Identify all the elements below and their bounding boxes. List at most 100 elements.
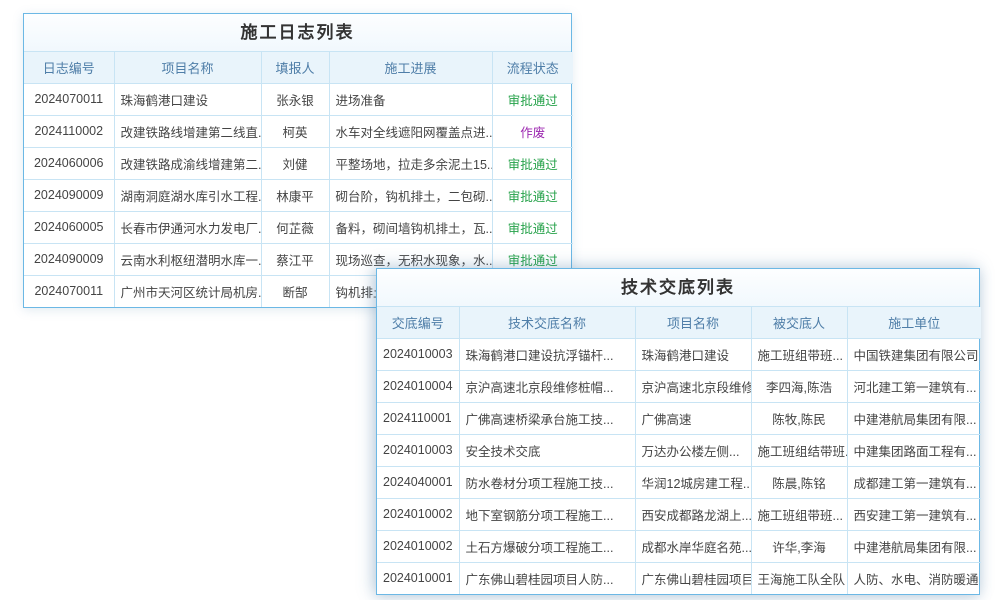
disclosure-id-link[interactable]: 2024010002 [377,530,459,562]
page-background: 施工日志列表 日志编号 项目名称 填报人 施工进展 流程状态 202407001… [0,0,1000,600]
header-row: 交底编号 技术交底名称 项目名称 被交底人 施工单位 [377,307,981,338]
recipients-cell: 许华,李海 [751,530,847,562]
disclosure-id-link[interactable]: 2024040001 [377,466,459,498]
unit-cell: 河北建工第一建筑有... [847,370,981,402]
col-header-disclosure-name: 技术交底名称 [459,307,635,338]
status-badge: 作废 [492,115,573,147]
reporter-cell: 蔡江平 [261,243,329,275]
table-row[interactable]: 2024010003 珠海鹤港口建设抗浮锚杆... 珠海鹤港口建设 施工班组带班… [377,338,981,370]
progress-cell: 备料，砌间墙钩机排土，瓦... [329,211,492,243]
technical-disclosure-title: 技术交底列表 [377,269,979,307]
project-link[interactable]: 改建铁路线增建第二线直... [114,115,261,147]
table-row[interactable]: 2024060006 改建铁路成渝线增建第二... 刘健 平整场地，拉走多余泥土… [24,147,573,179]
disclosure-name-link[interactable]: 土石方爆破分项工程施工... [459,530,635,562]
table-row[interactable]: 2024040001 防水卷材分项工程施工技... 华润12城房建工程... 陈… [377,466,981,498]
log-id-link[interactable]: 2024070011 [24,275,114,307]
log-id-link[interactable]: 2024070011 [24,83,114,115]
status-badge: 审批通过 [492,179,573,211]
col-header-progress: 施工进展 [329,52,492,83]
technical-disclosure-table: 交底编号 技术交底名称 项目名称 被交底人 施工单位 2024010003 珠海… [377,307,981,594]
progress-cell: 平整场地，拉走多余泥土15... [329,147,492,179]
disclosure-name-link[interactable]: 广佛高速桥梁承台施工技... [459,402,635,434]
project-link[interactable]: 京沪高速北京段维修 [635,370,751,402]
project-link[interactable]: 珠海鹤港口建设 [635,338,751,370]
status-badge: 审批通过 [492,147,573,179]
header-row: 日志编号 项目名称 填报人 施工进展 流程状态 [24,52,573,83]
col-header-project: 项目名称 [635,307,751,338]
recipients-cell: 李四海,陈浩 [751,370,847,402]
unit-cell: 西安建工第一建筑有... [847,498,981,530]
disclosure-name-link[interactable]: 珠海鹤港口建设抗浮锚杆... [459,338,635,370]
log-id-link[interactable]: 2024060005 [24,211,114,243]
construction-log-panel: 施工日志列表 日志编号 项目名称 填报人 施工进展 流程状态 202407001… [23,13,572,308]
log-id-link[interactable]: 2024090009 [24,243,114,275]
unit-cell: 中国铁建集团有限公司 [847,338,981,370]
col-header-project: 项目名称 [114,52,261,83]
project-link[interactable]: 改建铁路成渝线增建第二... [114,147,261,179]
project-link[interactable]: 西安成都路龙湖上... [635,498,751,530]
disclosure-id-link[interactable]: 2024010003 [377,434,459,466]
col-header-reporter: 填报人 [261,52,329,83]
disclosure-name-link[interactable]: 地下室钢筋分项工程施工... [459,498,635,530]
table-row[interactable]: 2024010002 土石方爆破分项工程施工... 成都水岸华庭名苑... 许华… [377,530,981,562]
table-row[interactable]: 2024010002 地下室钢筋分项工程施工... 西安成都路龙湖上... 施工… [377,498,981,530]
project-link[interactable]: 珠海鹤港口建设 [114,83,261,115]
log-id-link[interactable]: 2024110002 [24,115,114,147]
table-row[interactable]: 2024110002 改建铁路线增建第二线直... 柯英 水车对全线遮阳网覆盖点… [24,115,573,147]
log-id-link[interactable]: 2024090009 [24,179,114,211]
project-link[interactable]: 云南水利枢纽潜明水库一... [114,243,261,275]
technical-disclosure-panel: 技术交底列表 交底编号 技术交底名称 项目名称 被交底人 施工单位 202401… [376,268,980,595]
recipients-cell: 陈牧,陈民 [751,402,847,434]
log-id-link[interactable]: 2024060006 [24,147,114,179]
unit-cell: 成都建工第一建筑有... [847,466,981,498]
construction-log-title: 施工日志列表 [24,14,571,52]
col-header-unit: 施工单位 [847,307,981,338]
disclosure-id-link[interactable]: 2024110001 [377,402,459,434]
disclosure-name-link[interactable]: 京沪高速北京段维修桩帽... [459,370,635,402]
progress-cell: 水车对全线遮阳网覆盖点进... [329,115,492,147]
col-header-status: 流程状态 [492,52,573,83]
recipients-cell: 施工班组结带班... [751,434,847,466]
table-row[interactable]: 2024060005 长春市伊通河水力发电厂... 何芷薇 备料，砌间墙钩机排土… [24,211,573,243]
project-link[interactable]: 万达办公楼左侧... [635,434,751,466]
disclosure-id-link[interactable]: 2024010002 [377,498,459,530]
disclosure-id-link[interactable]: 2024010003 [377,338,459,370]
recipients-cell: 施工班组带班... [751,338,847,370]
reporter-cell: 断郜 [261,275,329,307]
project-link[interactable]: 湖南洞庭湖水库引水工程... [114,179,261,211]
col-header-log-id: 日志编号 [24,52,114,83]
disclosure-name-link[interactable]: 防水卷材分项工程施工技... [459,466,635,498]
reporter-cell: 刘健 [261,147,329,179]
disclosure-id-link[interactable]: 2024010004 [377,370,459,402]
unit-cell: 中建港航局集团有限... [847,402,981,434]
project-link[interactable]: 广佛高速 [635,402,751,434]
progress-cell: 砌台阶，钩机排土，二包砌... [329,179,492,211]
disclosure-name-link[interactable]: 安全技术交底 [459,434,635,466]
table-row[interactable]: 2024070011 珠海鹤港口建设 张永银 进场准备 审批通过 [24,83,573,115]
project-link[interactable]: 成都水岸华庭名苑... [635,530,751,562]
table-row[interactable]: 2024010001 广东佛山碧桂园项目人防... 广东佛山碧桂园项目 王海施工… [377,562,981,594]
project-link[interactable]: 广州市天河区统计局机房... [114,275,261,307]
reporter-cell: 林康平 [261,179,329,211]
reporter-cell: 张永银 [261,83,329,115]
table-row[interactable]: 2024010004 京沪高速北京段维修桩帽... 京沪高速北京段维修 李四海,… [377,370,981,402]
status-badge: 审批通过 [492,83,573,115]
recipients-cell: 王海施工队全队 [751,562,847,594]
project-link[interactable]: 华润12城房建工程... [635,466,751,498]
col-header-disclosure-id: 交底编号 [377,307,459,338]
project-link[interactable]: 长春市伊通河水力发电厂... [114,211,261,243]
table-row[interactable]: 2024010003 安全技术交底 万达办公楼左侧... 施工班组结带班... … [377,434,981,466]
project-link[interactable]: 广东佛山碧桂园项目 [635,562,751,594]
recipients-cell: 施工班组带班... [751,498,847,530]
table-row[interactable]: 2024090009 湖南洞庭湖水库引水工程... 林康平 砌台阶，钩机排土，二… [24,179,573,211]
unit-cell: 人防、水电、消防暖通 [847,562,981,594]
progress-cell: 进场准备 [329,83,492,115]
disclosure-name-link[interactable]: 广东佛山碧桂园项目人防... [459,562,635,594]
status-badge: 审批通过 [492,211,573,243]
disclosure-id-link[interactable]: 2024010001 [377,562,459,594]
reporter-cell: 柯英 [261,115,329,147]
recipients-cell: 陈晨,陈铭 [751,466,847,498]
table-row[interactable]: 2024110001 广佛高速桥梁承台施工技... 广佛高速 陈牧,陈民 中建港… [377,402,981,434]
col-header-recipients: 被交底人 [751,307,847,338]
unit-cell: 中建集团路面工程有... [847,434,981,466]
